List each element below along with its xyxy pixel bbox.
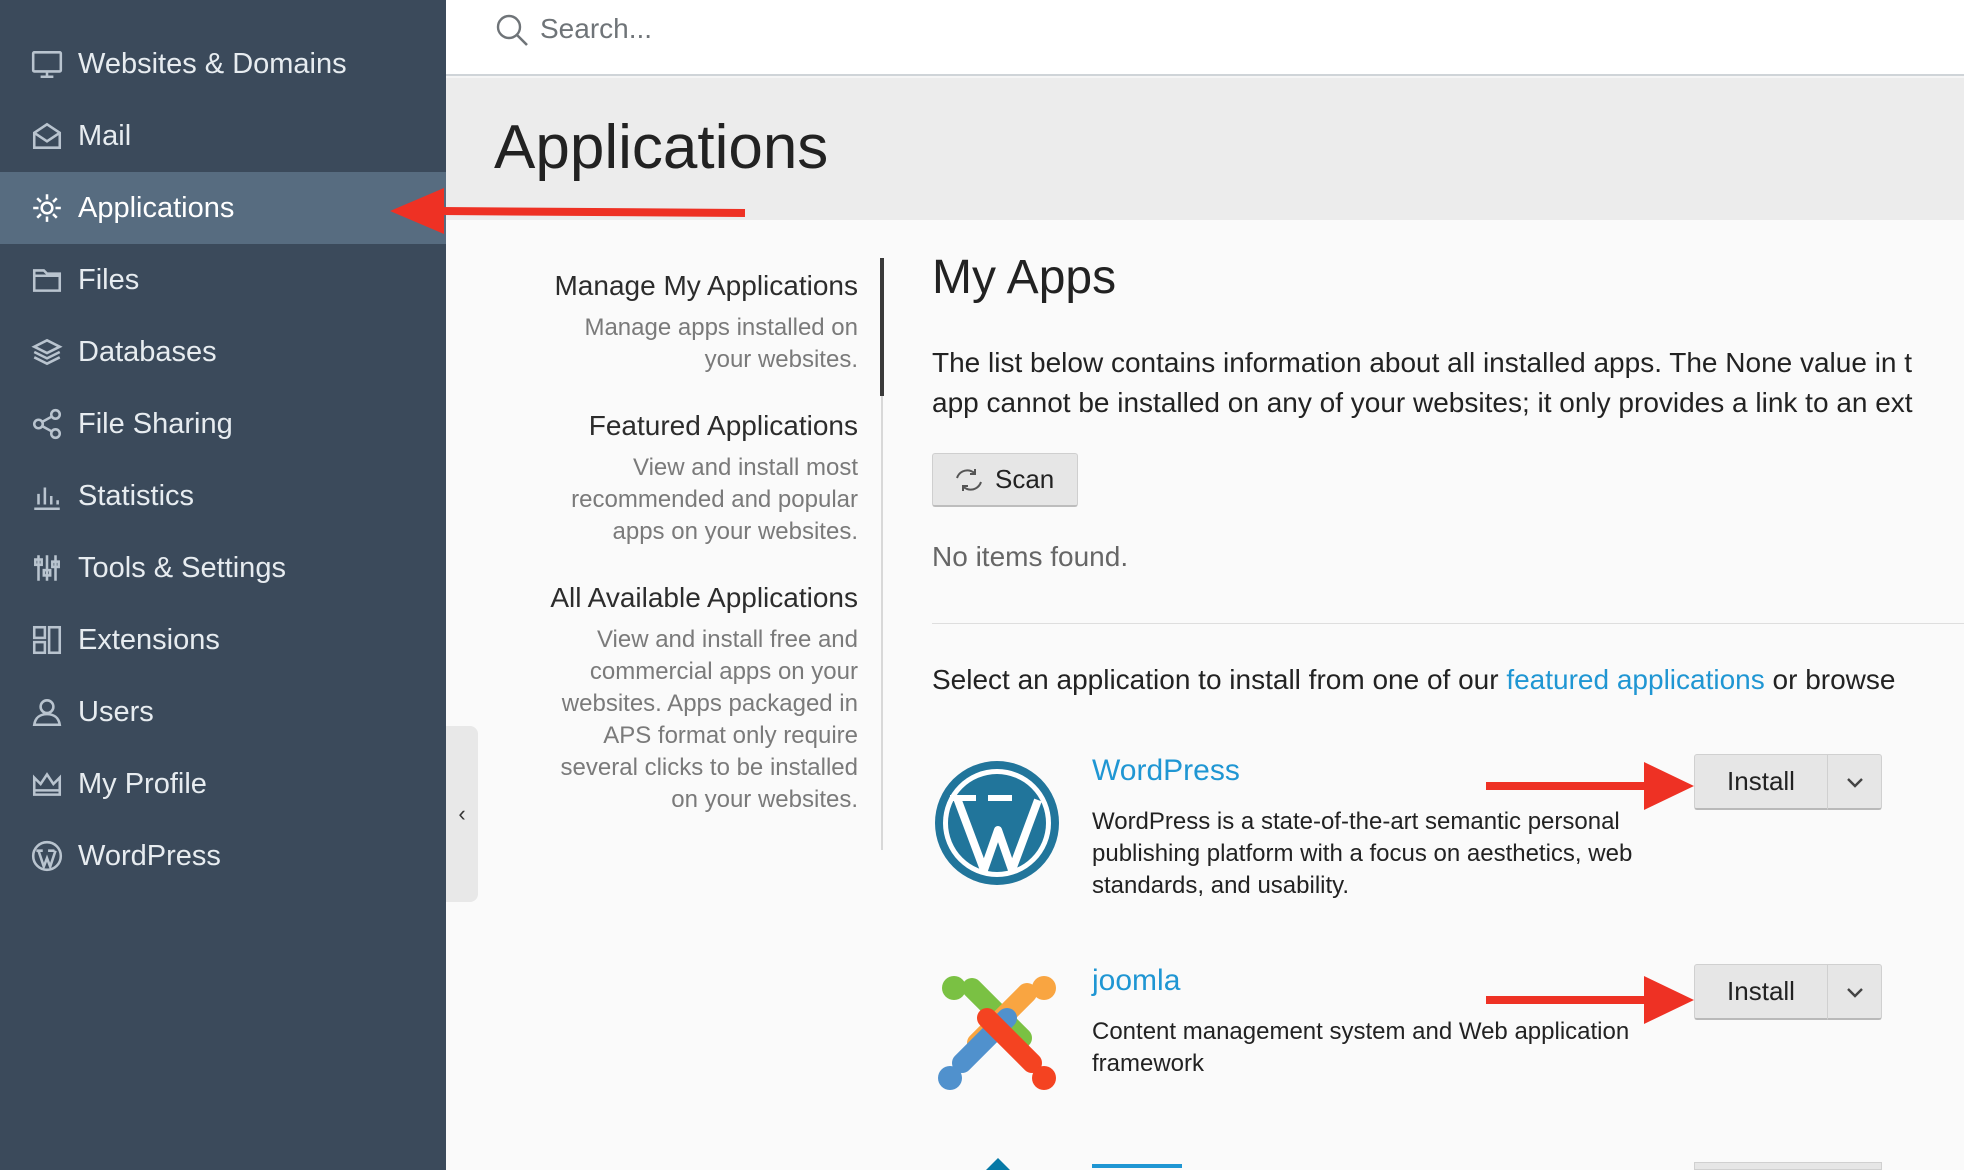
sidebar-item-label: Users xyxy=(78,695,154,728)
page-title: Applications xyxy=(494,113,829,182)
sidebar-item-applications[interactable]: Applications xyxy=(0,172,446,244)
chevron-down-icon xyxy=(1846,987,1863,998)
install-button-partial xyxy=(1694,1162,1882,1170)
sidebar-item-tools-settings[interactable]: Tools & Settings xyxy=(0,532,446,604)
share-icon xyxy=(27,404,67,444)
joomla-logo xyxy=(938,976,1056,1090)
user-icon xyxy=(27,692,67,732)
sidebar-item-label: Statistics xyxy=(78,479,195,512)
section-divider xyxy=(932,623,1964,624)
app-description: WordPress is a state-of-the-art semantic… xyxy=(1092,808,1633,899)
sidebar-item-statistics[interactable]: Statistics xyxy=(0,460,446,532)
sidebar-item-extensions[interactable]: Extensions xyxy=(0,604,446,676)
subnav-desc: View and install free and commercial app… xyxy=(560,626,858,813)
top-bar xyxy=(446,0,1964,76)
subnav-title: All Available Applications xyxy=(550,582,858,613)
sidebar-item-label: File Sharing xyxy=(78,407,233,440)
database-icon xyxy=(27,332,67,372)
install-button-group: Install xyxy=(1694,754,1882,810)
sidebar-item-label: WordPress xyxy=(78,839,221,872)
main-panel: My Apps The list below contains informat… xyxy=(932,250,1964,696)
sidebar-item-files[interactable]: Files xyxy=(0,244,446,316)
app-row-partial xyxy=(932,1158,1964,1170)
scan-button[interactable]: Scan xyxy=(932,453,1078,507)
collapse-sidebar-button[interactable]: ‹ xyxy=(446,726,478,902)
app-name-partial xyxy=(1092,1164,1182,1168)
sidebar-item-wordpress[interactable]: WordPress xyxy=(0,820,446,892)
subnav-item-all-available[interactable]: All Available Applications View and inst… xyxy=(498,582,858,816)
sidebar-item-label: Databases xyxy=(78,335,217,368)
section-heading: My Apps xyxy=(932,251,1117,304)
sidebar-item-label: Tools & Settings xyxy=(78,551,286,584)
install-options-dropdown[interactable] xyxy=(1828,754,1882,810)
wordpress-logo xyxy=(935,761,1059,885)
search-icon xyxy=(496,14,528,46)
subnav-item-manage[interactable]: Manage My Applications Manage apps insta… xyxy=(498,270,858,376)
sidebar-item-users[interactable]: Users xyxy=(0,676,446,748)
page-header: Applications xyxy=(446,78,1964,220)
gear-icon xyxy=(27,188,67,228)
subnav-active-indicator xyxy=(880,258,884,396)
subnav-item-featured[interactable]: Featured Applications View and install m… xyxy=(498,410,858,548)
bar-chart-icon xyxy=(27,476,67,516)
sidebar-item-websites-domains[interactable]: Websites & Domains xyxy=(0,28,446,100)
sidebar-item-label: Mail xyxy=(78,119,132,152)
sidebar-item-file-sharing[interactable]: File Sharing xyxy=(0,388,446,460)
chevron-down-icon xyxy=(1846,777,1863,788)
sidebar-item-mail[interactable]: Mail xyxy=(0,100,446,172)
install-button-group: Install xyxy=(1694,964,1882,1020)
extensions-icon xyxy=(27,620,67,660)
subnav-title: Manage My Applications xyxy=(554,270,858,301)
subnav-title: Featured Applications xyxy=(588,410,858,441)
subnav-divider xyxy=(881,396,883,850)
app-description: Content management system and Web applic… xyxy=(1092,1018,1630,1077)
sliders-icon xyxy=(27,548,67,588)
install-joomla-button[interactable]: Install xyxy=(1694,964,1828,1020)
sidebar-item-my-profile[interactable]: My Profile xyxy=(0,748,446,820)
folder-icon xyxy=(27,260,67,300)
install-hint: Select an application to install from on… xyxy=(932,664,1964,696)
install-options-dropdown[interactable] xyxy=(1828,964,1882,1020)
featured-applications-link[interactable]: featured applications xyxy=(1506,664,1764,695)
monitor-icon xyxy=(27,44,67,84)
chevron-left-icon: ‹ xyxy=(458,801,466,826)
install-hint-prefix: Select an application to install from on… xyxy=(932,664,1507,695)
subnav-desc: Manage apps installed on your websites. xyxy=(584,314,858,373)
empty-state: No items found. xyxy=(932,541,1129,572)
app-name-link[interactable]: WordPress xyxy=(1092,754,1240,788)
app-logo-partial xyxy=(986,1158,1010,1170)
install-wordpress-button[interactable]: Install xyxy=(1694,754,1828,810)
install-hint-suffix: or browse xyxy=(1764,664,1896,695)
wordpress-icon xyxy=(27,836,67,876)
sidebar-item-label: Websites & Domains xyxy=(78,47,347,80)
scan-icon xyxy=(956,468,982,491)
sidebar-item-label: Extensions xyxy=(78,623,220,656)
subnav-desc: View and install most recommended and po… xyxy=(571,454,858,545)
sidebar-item-label: Applications xyxy=(78,191,235,224)
sidebar-item-label: Files xyxy=(78,263,140,296)
mail-icon xyxy=(27,116,67,156)
applications-subnav: Manage My Applications Manage apps insta… xyxy=(498,270,858,850)
scan-label: Scan xyxy=(995,464,1055,494)
sidebar-item-databases[interactable]: Databases xyxy=(0,316,446,388)
search-input[interactable] xyxy=(540,8,1240,50)
sidebar-item-label: My Profile xyxy=(78,767,207,800)
crown-icon xyxy=(27,764,67,804)
app-name-link[interactable]: joomla xyxy=(1092,964,1180,998)
section-description-line-2: app cannot be installed on any of your w… xyxy=(932,387,1913,418)
sidebar: Websites & Domains Mail Applications Fil… xyxy=(0,0,446,1170)
section-description-line-1: The list below contains information abou… xyxy=(932,347,1913,378)
